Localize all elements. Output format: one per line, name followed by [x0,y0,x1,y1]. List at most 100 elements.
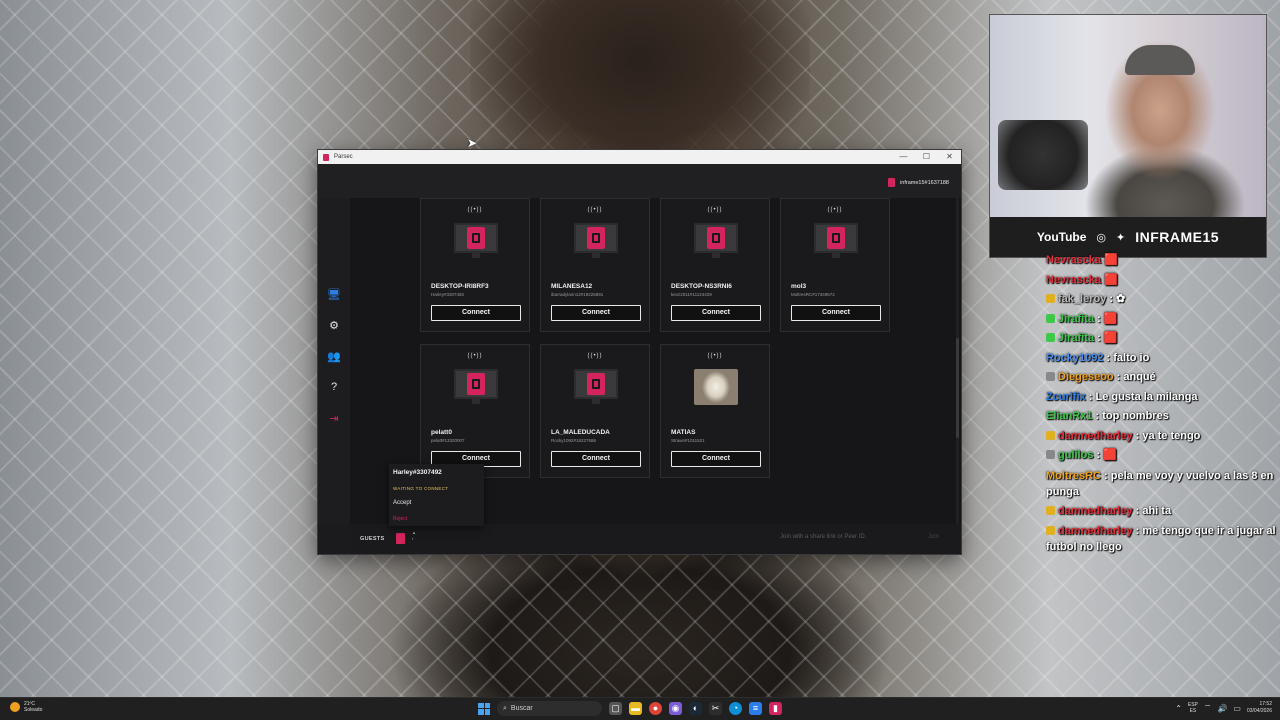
signal-icon: ((•)) [587,207,603,213]
clock[interactable]: 17:52 03/04/2026 [1247,701,1272,715]
gear-icon[interactable]: ⚙ [328,319,340,332]
steam-icon[interactable]: ◐ [689,702,702,715]
start-button[interactable] [478,702,490,715]
chat-message: Diegeseoo: anqué [1046,368,1276,388]
parsec-logo-icon [827,227,845,249]
chat-message: damnedharley: ahi ta [1046,502,1276,522]
capcut-icon[interactable]: ✂ [709,702,722,715]
computer-peer-id: Strawn#1011521 [671,438,705,443]
streamer-cap [1125,45,1195,75]
computer-name: MILANESA12 [551,283,593,290]
parsec-header: inframe15#1637188 [318,164,961,198]
emote-icon: : 🟥 [1097,332,1118,344]
chat-message: Rocky1092: falto io [1046,351,1150,364]
chrome-icon[interactable]: ● [649,702,662,715]
scrollbar[interactable] [956,198,959,524]
minimize-button[interactable]: — [892,150,915,164]
guest-status-icon: ▲ ▪ [412,530,416,541]
monitor-icon [814,223,858,258]
monitor-icon [574,223,618,258]
emote-icon: : ✿ [1109,293,1126,305]
chat-message: damnedharley: ya te tengo [1046,427,1276,447]
parsec-taskbar-icon[interactable]: ▮ [769,702,782,715]
chevron-up-icon[interactable]: ⌃ [1175,704,1182,713]
streamer-handle: INFRAME15 [1135,229,1220,245]
chat-user: Rocky1092 [1046,351,1104,364]
computer-name: LA_MALEDUCADA [551,429,610,436]
connect-button[interactable]: Connect [431,305,521,321]
close-button[interactable]: ✕ [938,150,961,164]
computer-card: ((•)) LA_MALEDUCADA Rocky1092#19227686 C… [540,344,650,478]
badge-icon [1046,372,1055,381]
computer-card: ((•)) mol3 MoltresRC#17349672 Connect [780,198,890,332]
connect-button[interactable]: Connect [551,451,641,467]
computer-icon[interactable]: 🖥 [327,288,341,301]
chat-message: Jirafita: 🟥 [1046,310,1276,330]
chat-user: Nevrascka [1046,254,1102,266]
friends-icon[interactable]: 👥 [327,350,341,363]
battery-icon[interactable]: ▭ [1233,704,1241,713]
reject-button[interactable]: Reject [393,516,407,522]
guest-avatar[interactable] [396,533,405,544]
volume-icon[interactable]: 🔊 [1217,704,1227,713]
logout-icon[interactable]: ⇥ [328,412,340,425]
computer-peer-id: kevz2011#11124429 [671,292,712,297]
edge-icon[interactable]: ◔ [729,702,742,715]
connect-button[interactable]: Connect [671,305,761,321]
guest-name: Harley#3307492 [393,469,442,476]
chat-user: fak_leroy [1058,293,1107,305]
badge-icon [1046,313,1055,323]
discord-icon[interactable]: ◉ [669,702,682,715]
webcam-feed [990,15,1266,217]
taskbar-apps: ⌕ Buscar ▢ ▬ ● ◉ ◐ ✂ ◔ ≡ ▮ [478,701,782,716]
guests-bar: GUESTS ▲ ▪ Join with a share link or Peer… [350,524,961,554]
computer-name: DESKTOP-IRI8RF3 [431,283,489,290]
language-indicator[interactable]: ESP ES [1188,702,1198,714]
signal-icon: ((•)) [467,353,483,359]
chat-text: anqué [1123,371,1156,383]
wifi-icon[interactable]: ⌔ [1204,703,1212,713]
computer-name: MATIAS [671,429,696,436]
monitor-icon [454,223,498,258]
notes-icon[interactable]: ≡ [749,702,762,715]
badge-icon [1046,430,1055,440]
chat-message: gulilos: 🟥 [1046,446,1276,466]
system-tray: ⌃ ESP ES ⌔ 🔊 ▭ 17:52 03/04/2026 [1175,701,1272,715]
search-input[interactable]: ⌕ Buscar [497,701,602,716]
window-titlebar[interactable]: Parsec — ☐ ✕ [318,150,961,164]
chat-message: ElianRx1: top nombres [1046,410,1169,422]
chat-overlay: Nevrascka 🟥 Nevrascka 🟥 fak_leroy: ✿ Jiraf… [1046,251,1276,557]
parsec-logo-icon [707,227,725,249]
maximize-button[interactable]: ☐ [915,150,938,164]
join-button[interactable]: Join [928,534,939,540]
computer-card: ((•)) pelatt0 pelatt#13320007 Connect [420,344,530,478]
scroll-thumb[interactable] [956,338,959,438]
chat-text: top nombres [1102,410,1169,422]
chat-message: MoltresRC: pela me voy y vuelvo a las 8 … [1046,469,1274,498]
file-explorer-icon[interactable]: ▬ [629,702,642,715]
weather-widget[interactable]: 21ºC Soleado [10,701,42,713]
guest-status: WAITING TO CONNECT [393,486,449,491]
signal-icon: ((•)) [707,353,723,359]
emote-icon: 🟥 [1104,273,1118,286]
signal-icon: ((•)) [587,353,603,359]
user-badge[interactable]: inframe15#1637188 [888,178,949,187]
instagram-icon: ◎ [1096,231,1107,244]
chat-message: Zcurlfix: Le gusta la milanga [1046,390,1198,403]
lang-region: ES [1189,708,1197,714]
chat-user: MoltresRC [1046,469,1102,482]
help-icon[interactable]: ? [328,381,340,393]
window-title: Parsec [334,154,353,160]
signal-icon: ((•)) [827,207,843,213]
join-input[interactable]: Join with a share link or Peer ID. [780,534,866,540]
computer-card: ((•)) MATIAS Strawn#1011521 Connect [660,344,770,478]
connect-button[interactable]: Connect [551,305,641,321]
connect-button[interactable]: Connect [671,451,761,467]
computer-card: ((•)) MILANESA12 ibarradylann12#19226891… [540,198,650,332]
connect-button[interactable]: Connect [791,305,881,321]
chat-user: Nevrascka [1046,273,1102,286]
emote-icon: : 🟥 [1096,449,1117,461]
task-view-icon[interactable]: ▢ [609,702,622,715]
monitor-icon [694,223,738,258]
accept-button[interactable]: Accept [393,500,411,506]
